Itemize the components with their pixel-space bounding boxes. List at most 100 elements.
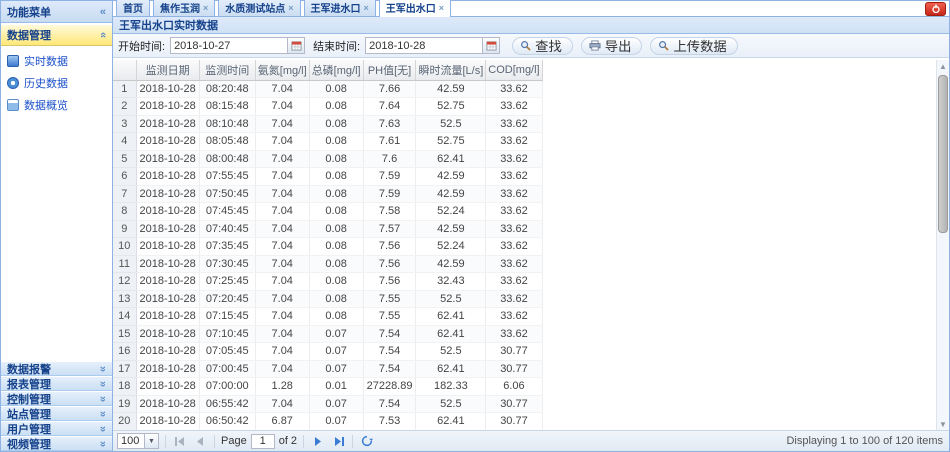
tab[interactable]: 王军出水口 ×	[379, 0, 451, 17]
sidebar-section-header[interactable]: 用户管理 «	[1, 421, 112, 436]
history-data-icon	[7, 77, 19, 89]
row-number-header	[113, 60, 136, 80]
column-header[interactable]: COD[mg/l]	[486, 60, 542, 80]
table-row[interactable]: 3 2018-10-2808:10:487.040.087.6352.533.6…	[113, 115, 542, 133]
tab[interactable]: 焦作玉润 ×	[153, 0, 215, 16]
table-row[interactable]: 20 2018-10-2806:50:426.870.077.5362.4130…	[113, 413, 542, 431]
table-row[interactable]: 9 2018-10-2807:40:457.040.087.5742.5933.…	[113, 220, 542, 238]
table-row[interactable]: 4 2018-10-2808:05:487.040.087.6152.7533.…	[113, 133, 542, 151]
table-cell: 07:10:45	[199, 325, 255, 343]
table-row[interactable]: 8 2018-10-2807:45:457.040.087.5852.2433.…	[113, 203, 542, 221]
tab-close-icon[interactable]: ×	[439, 4, 444, 12]
export-button[interactable]: 导出	[581, 37, 643, 55]
table-cell: 2018-10-28	[136, 98, 199, 116]
tab-close-icon[interactable]: ×	[364, 4, 369, 12]
sidebar-section-header[interactable]: 报表管理 «	[1, 376, 112, 391]
table-row[interactable]: 19 2018-10-2806:55:427.040.077.5452.530.…	[113, 395, 542, 413]
last-page-button[interactable]	[330, 433, 346, 449]
tab-close-icon[interactable]: ×	[288, 4, 293, 12]
sidebar-item[interactable]: 数据概览	[7, 97, 106, 113]
table-cell: 7.64	[363, 98, 416, 116]
table-row[interactable]: 1 2018-10-2808:20:487.040.087.6642.5933.…	[113, 80, 542, 98]
table-cell: 42.59	[416, 255, 486, 273]
collapse-left-icon[interactable]: «	[100, 7, 106, 17]
sidebar-section-header[interactable]: 站点管理 «	[1, 406, 112, 421]
table-cell: 33.62	[486, 255, 542, 273]
start-time-input[interactable]	[170, 37, 288, 54]
row-number: 15	[113, 325, 136, 343]
logout-button[interactable]	[925, 2, 946, 16]
table-row[interactable]: 11 2018-10-2807:30:457.040.087.5642.5933…	[113, 255, 542, 273]
search-button[interactable]: 查找	[512, 37, 573, 55]
table-row[interactable]: 14 2018-10-2807:15:457.040.087.5562.4133…	[113, 308, 542, 326]
tab[interactable]: 王军进水口 ×	[304, 0, 376, 16]
column-header[interactable]: 监测日期	[136, 60, 199, 80]
table-cell: 2018-10-28	[136, 203, 199, 221]
chevron-down-icon[interactable]: ▼	[144, 434, 158, 448]
table-row[interactable]: 7 2018-10-2807:50:457.040.087.5942.5933.…	[113, 185, 542, 203]
page-size-combo[interactable]: 100 ▼	[117, 433, 159, 449]
panel-title: 王军出水口实时数据	[113, 17, 949, 34]
table-cell: 7.61	[363, 133, 416, 151]
first-page-button[interactable]	[172, 433, 188, 449]
table-row[interactable]: 12 2018-10-2807:25:457.040.087.5632.4333…	[113, 273, 542, 291]
vertical-scrollbar[interactable]: ▲ ▼	[936, 60, 949, 430]
table-cell: 7.04	[255, 290, 309, 308]
sidebar-item[interactable]: 实时数据	[7, 53, 106, 69]
column-header[interactable]: 总磷[mg/l]	[309, 60, 363, 80]
refresh-button[interactable]	[359, 433, 375, 449]
upload-data-button[interactable]: 上传数据	[650, 37, 737, 55]
tab[interactable]: 水质测试站点 ×	[218, 0, 300, 16]
first-page-icon	[175, 437, 186, 446]
table-row[interactable]: 5 2018-10-2808:00:487.040.087.662.4133.6…	[113, 150, 542, 168]
table-cell: 62.41	[416, 308, 486, 326]
next-page-button[interactable]	[310, 433, 326, 449]
tab[interactable]: 首页	[116, 0, 150, 16]
table-row[interactable]: 2 2018-10-2808:15:487.040.087.6452.7533.…	[113, 98, 542, 116]
table-row[interactable]: 6 2018-10-2807:55:457.040.087.5942.5933.…	[113, 168, 542, 186]
row-number: 7	[113, 185, 136, 203]
data-table: 监测日期监测时间氨氮[mg/l]总磷[mg/l]PH值[无]瞬时流量[L/s]C…	[113, 60, 543, 430]
sidebar-section-header[interactable]: 视频管理 «	[1, 436, 112, 451]
table-cell: 42.59	[416, 220, 486, 238]
sidebar-item[interactable]: 历史数据	[7, 75, 106, 91]
sidebar-section-header[interactable]: 控制管理 «	[1, 391, 112, 406]
scrollbar-thumb[interactable]	[938, 75, 948, 233]
sidebar-item-label: 历史数据	[24, 75, 68, 91]
table-row[interactable]: 13 2018-10-2807:20:457.040.087.5552.533.…	[113, 290, 542, 308]
column-header[interactable]: PH值[无]	[363, 60, 416, 80]
table-row[interactable]: 10 2018-10-2807:35:457.040.087.5652.2433…	[113, 238, 542, 256]
sidebar-section-header-active[interactable]: 数据管理 «	[1, 25, 112, 46]
scroll-down-icon[interactable]: ▼	[937, 418, 949, 430]
table-cell: 06:50:42	[199, 413, 255, 431]
calendar-icon[interactable]	[483, 37, 500, 54]
row-number: 10	[113, 238, 136, 256]
row-number: 17	[113, 360, 136, 378]
table-row[interactable]: 18 2018-10-2807:00:001.280.0127228.89182…	[113, 378, 542, 396]
column-header[interactable]: 监测时间	[199, 60, 255, 80]
prev-page-button[interactable]	[192, 433, 208, 449]
calendar-icon[interactable]	[288, 37, 305, 54]
scroll-up-icon[interactable]: ▲	[937, 60, 949, 72]
sidebar-section-header[interactable]: 数据报警 «	[1, 361, 112, 376]
column-header[interactable]: 瞬时流量[L/s]	[416, 60, 486, 80]
tab-close-icon[interactable]: ×	[203, 4, 208, 12]
table-cell: 42.59	[416, 185, 486, 203]
next-page-icon	[314, 437, 322, 446]
search-icon	[520, 40, 531, 51]
print-icon	[589, 40, 601, 51]
column-header[interactable]: 氨氮[mg/l]	[255, 60, 309, 80]
page-number-input[interactable]	[251, 434, 275, 449]
table-cell: 0.08	[309, 150, 363, 168]
table-cell: 2018-10-28	[136, 378, 199, 396]
table-cell: 6.06	[486, 378, 542, 396]
table-cell: 7.04	[255, 255, 309, 273]
table-row[interactable]: 16 2018-10-2807:05:457.040.077.5452.530.…	[113, 343, 542, 361]
table-row[interactable]: 17 2018-10-2807:00:457.040.077.5462.4130…	[113, 360, 542, 378]
table-body: 1 2018-10-2808:20:487.040.087.6642.5933.…	[113, 80, 542, 430]
table-row[interactable]: 15 2018-10-2807:10:457.040.077.5462.4133…	[113, 325, 542, 343]
table-cell: 7.59	[363, 185, 416, 203]
table-cell: 2018-10-28	[136, 168, 199, 186]
row-number: 4	[113, 133, 136, 151]
end-time-input[interactable]	[365, 37, 483, 54]
